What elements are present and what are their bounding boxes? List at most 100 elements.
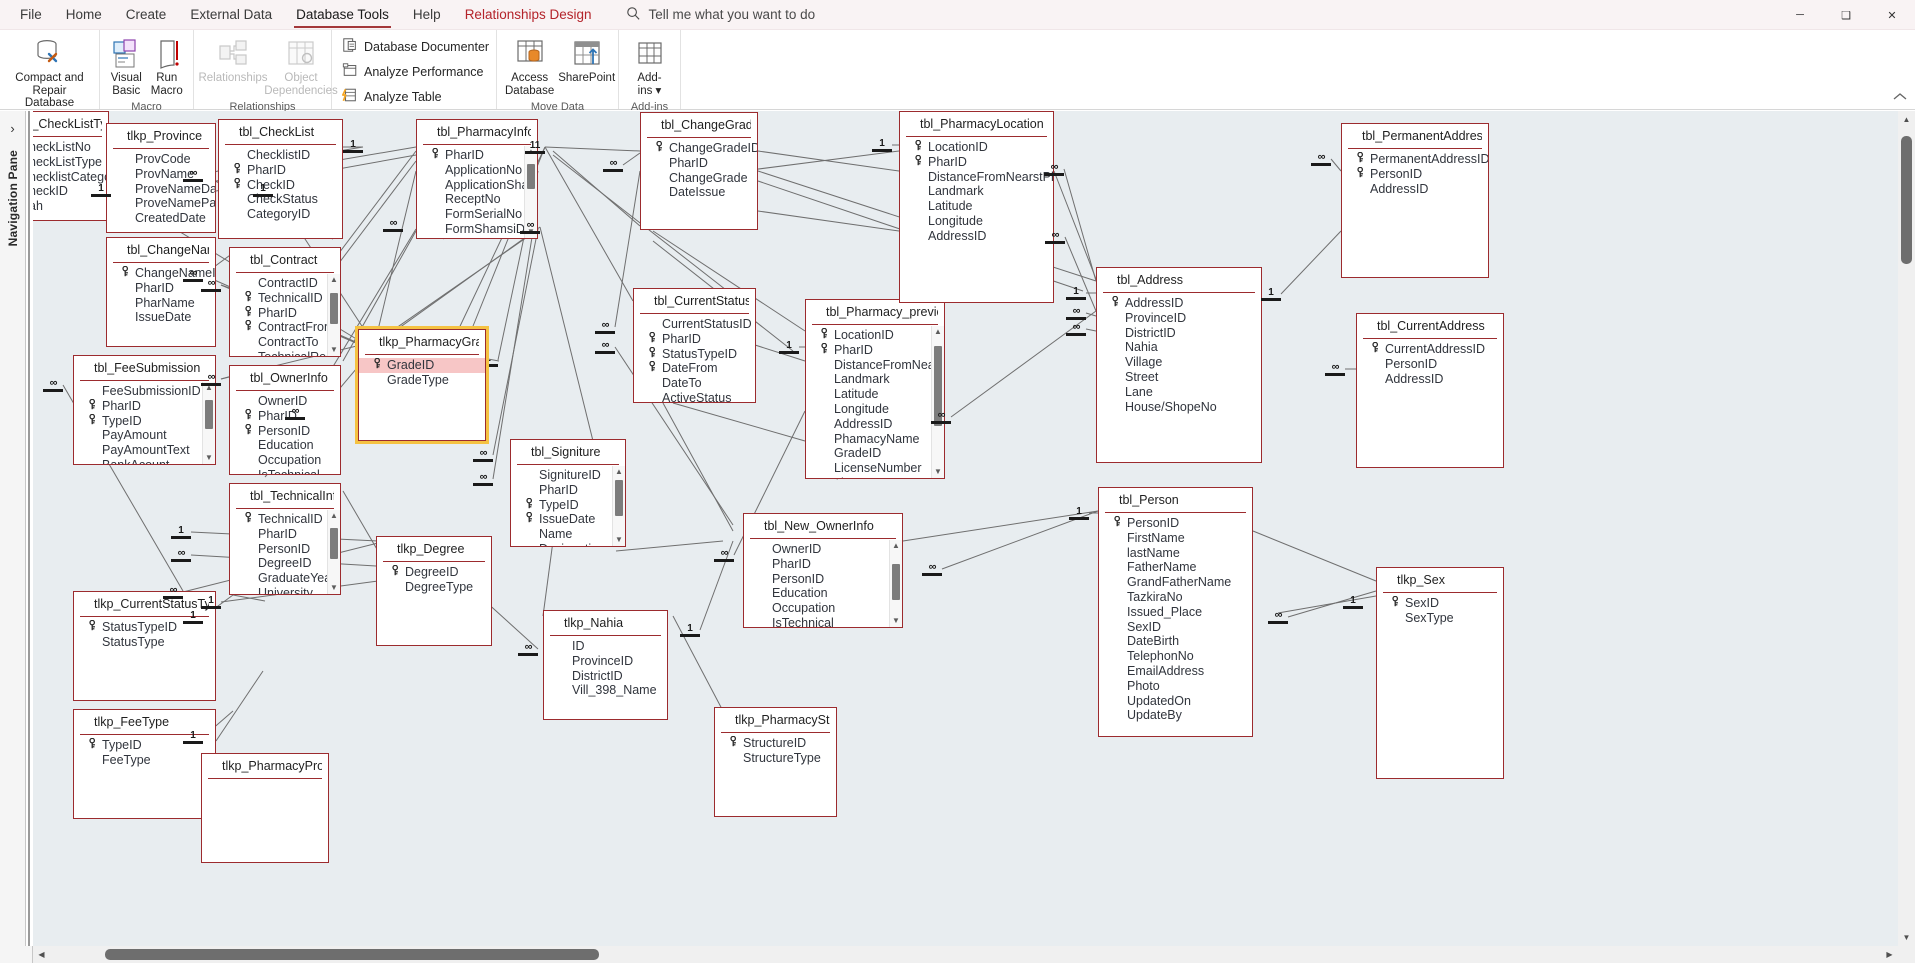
v-scroll-thumb[interactable] xyxy=(1901,136,1912,264)
table-field[interactable]: StructureID xyxy=(715,736,836,751)
table-title[interactable]: tbl_CheckList xyxy=(225,120,336,145)
table-field[interactable]: AddressID xyxy=(1357,372,1503,387)
table-field[interactable]: UpdatedOn xyxy=(1099,694,1252,709)
table-field[interactable]: TypeID xyxy=(74,738,215,753)
table-field[interactable]: Name xyxy=(511,527,625,542)
table-field[interactable]: PharName xyxy=(107,296,215,311)
table-field[interactable]: Latitude xyxy=(806,387,944,402)
table-title[interactable]: tbl_Contract xyxy=(236,248,334,273)
table-title[interactable]: tlkp_FeeType xyxy=(80,710,209,735)
table-field[interactable]: TazkiraNo xyxy=(1099,590,1252,605)
table-field[interactable]: PayAmount xyxy=(74,428,215,443)
table-field[interactable]: Vill_398_Name xyxy=(544,683,667,698)
table-box-tlkp_Province[interactable]: tlkp_ProvinceProvCodeProvNameProveNameDa… xyxy=(106,123,216,233)
table-box-tlkp_PharmacyStructure[interactable]: tlkp_PharmacyStructureStructureIDStructu… xyxy=(714,707,837,817)
table-field[interactable]: Occupation xyxy=(230,453,340,468)
table-box-tbl_OwnerInfo[interactable]: tbl_OwnerInfoOwnerIDPharIDPersonIDEducat… xyxy=(229,365,341,475)
scroll-left-arrow[interactable]: ◀ xyxy=(33,950,50,959)
table-field[interactable]: CategoryID xyxy=(219,207,342,222)
table-field[interactable]: AddressID xyxy=(1342,182,1488,197)
table-field[interactable]: FeeSubmissionID xyxy=(74,384,215,399)
table-field[interactable]: TechnicalID xyxy=(230,291,340,306)
table-field[interactable]: Designation xyxy=(511,542,625,547)
database-documenter-button[interactable]: Database Documenter xyxy=(336,34,495,59)
table-field[interactable]: FormSerialNo xyxy=(417,207,537,222)
table-field[interactable]: SexID xyxy=(1099,620,1252,635)
table-scrollbar[interactable]: ▲▼ xyxy=(524,146,537,238)
table-field[interactable]: DegreeID xyxy=(377,565,491,580)
table-field[interactable]: PharID xyxy=(219,163,342,178)
table-field[interactable]: ChangeGradeID xyxy=(641,141,757,156)
table-field[interactable]: CheckStatus xyxy=(219,192,342,207)
ribbon-tab-home[interactable]: Home xyxy=(54,2,114,28)
ribbon-tab-database-tools[interactable]: Database Tools xyxy=(284,2,401,28)
table-field[interactable]: ContractTo xyxy=(230,335,340,350)
table-title[interactable]: tlkp_Province xyxy=(113,124,209,149)
table-scrollbar[interactable]: ▲▼ xyxy=(327,274,340,356)
table-scroll-down-arrow[interactable]: ▼ xyxy=(934,466,942,478)
ribbon-tab-help[interactable]: Help xyxy=(401,2,453,28)
table-title[interactable]: tbl_OwnerInfo xyxy=(236,366,334,391)
table-title[interactable]: tlkp_CheckListType xyxy=(33,112,102,137)
table-scroll-up-arrow[interactable]: ▲ xyxy=(330,274,338,286)
table-scroll-thumb[interactable] xyxy=(527,164,535,189)
close-button[interactable]: ✕ xyxy=(1869,0,1915,30)
table-field[interactable]: TypeID xyxy=(74,414,215,429)
table-field[interactable]: ProveNameDari xyxy=(107,182,215,197)
table-field[interactable]: ProvinceID xyxy=(544,654,667,669)
ribbon-tab-external-data[interactable]: External Data xyxy=(178,2,284,28)
scroll-up-arrow[interactable]: ▲ xyxy=(1903,111,1911,128)
table-field[interactable]: Landmark xyxy=(900,184,1053,199)
table-field[interactable]: AddressID xyxy=(900,229,1053,244)
table-box-tbl_CheckList[interactable]: tbl_CheckListChecklistIDPharIDCheckIDChe… xyxy=(218,119,343,239)
table-field[interactable]: LicenseNumber xyxy=(806,461,944,476)
table-title[interactable]: tbl_Address xyxy=(1103,268,1255,293)
table-field[interactable]: CheckID xyxy=(33,184,108,199)
table-field[interactable]: IsTechnical xyxy=(744,616,902,628)
ribbon-tab-create[interactable]: Create xyxy=(114,2,179,28)
table-title[interactable]: tbl_PharmacyInfo xyxy=(423,120,531,145)
table-scroll-up-arrow[interactable]: ▲ xyxy=(205,382,213,394)
table-field[interactable]: TelephonNo xyxy=(1099,649,1252,664)
ribbon-tab-file[interactable]: File xyxy=(8,2,54,28)
table-field[interactable]: PharID xyxy=(900,155,1053,170)
visual-basic-button[interactable]: Visual Basic xyxy=(106,34,147,99)
table-box-tbl_ChangeName[interactable]: tbl_ChangeNameChangeNameIDPharIDPharName… xyxy=(106,237,216,347)
table-field[interactable]: House/ShopeNo xyxy=(1097,400,1261,415)
table-field[interactable]: TypeID xyxy=(511,498,625,513)
table-scroll-up-arrow[interactable]: ▲ xyxy=(615,466,623,478)
table-field[interactable]: PharID xyxy=(744,557,902,572)
run-macro-button[interactable]: Run Macro xyxy=(147,34,188,99)
table-box-tlkp_Sex[interactable]: tlkp_SexSexIDSexType xyxy=(1376,567,1504,779)
table-field[interactable]: DistanceFromNearstPharmacy xyxy=(900,170,1053,185)
table-field[interactable]: Latitude xyxy=(900,199,1053,214)
table-field[interactable]: LocationID xyxy=(900,140,1053,155)
table-field[interactable]: StatusType xyxy=(74,635,215,650)
scroll-right-arrow[interactable]: ▶ xyxy=(1881,950,1898,959)
table-box-tlkp_CurrentStatusType[interactable]: tlkp_CurrentStatusTypeStatusTypeIDStatus… xyxy=(73,591,216,701)
table-scroll-up-arrow[interactable]: ▲ xyxy=(527,146,535,158)
table-scroll-down-arrow[interactable]: ▼ xyxy=(892,615,900,627)
table-field[interactable]: ChangeNameID xyxy=(107,266,215,281)
table-title[interactable]: tbl_CurrentAddress xyxy=(1363,314,1497,339)
table-scrollbar[interactable]: ▲▼ xyxy=(931,326,944,478)
table-scrollbar[interactable]: ▲▼ xyxy=(889,540,902,627)
table-field[interactable]: FatherName xyxy=(1099,560,1252,575)
table-scroll-down-arrow[interactable]: ▼ xyxy=(615,534,623,546)
table-field[interactable]: SexID xyxy=(1377,596,1503,611)
table-scroll-thumb[interactable] xyxy=(892,564,900,600)
table-title[interactable]: tlkp_PharmacyProperty xyxy=(208,754,322,779)
table-box-tlkp_Degree[interactable]: tlkp_DegreeDegreeIDDegreeType xyxy=(376,536,492,646)
table-field[interactable]: OwnerID xyxy=(230,394,340,409)
table-field[interactable]: PermanentAddressID xyxy=(1342,152,1488,167)
table-box-tbl_FeeSubmission[interactable]: tbl_FeeSubmissionFeeSubmissionIDPharIDTy… xyxy=(73,355,216,465)
table-box-tlkp_FeeType[interactable]: tlkp_FeeTypeTypeIDFeeType xyxy=(73,709,216,819)
table-field[interactable]: DegreeID xyxy=(230,556,340,571)
table-title[interactable]: tbl_CurrentStatus xyxy=(640,289,749,314)
table-box-tbl_New_OwnerInfo[interactable]: tbl_New_OwnerInfoOwnerIDPharIDPersonIDEd… xyxy=(743,513,903,628)
table-field[interactable]: ContractID xyxy=(230,276,340,291)
h-scroll-track[interactable] xyxy=(50,946,1881,963)
table-title[interactable]: tbl_Pharmacy_previous_Infor... xyxy=(812,300,938,325)
table-title[interactable]: tlkp_Degree xyxy=(383,537,485,562)
analyze-table-button[interactable]: Analyze Table xyxy=(336,84,448,109)
